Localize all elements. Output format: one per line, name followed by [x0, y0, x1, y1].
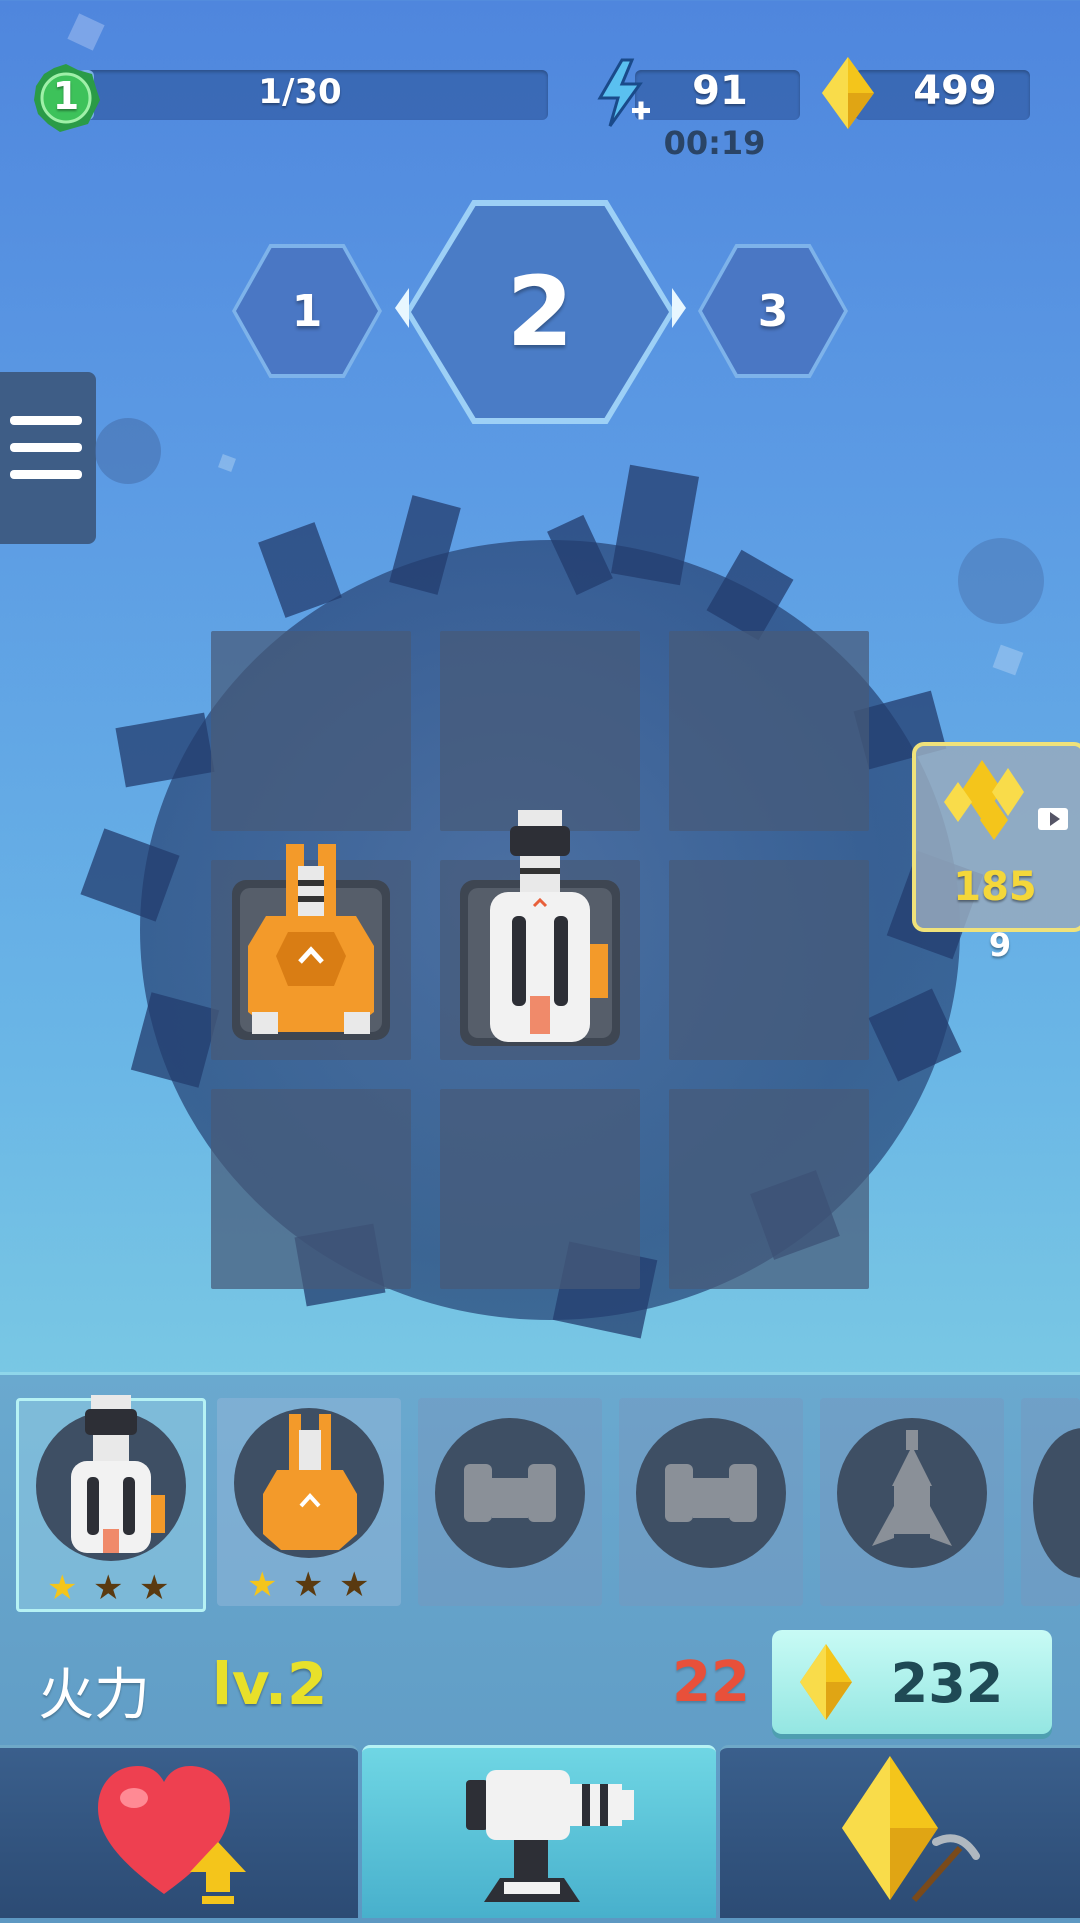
star-filled-icon: ★ — [47, 1568, 78, 1608]
white-turret-icon — [460, 810, 620, 1046]
reward-amount: 185 — [953, 864, 1037, 910]
locked-turret-icon — [665, 1464, 757, 1522]
upgrade-cost: 232 — [890, 1652, 1004, 1715]
white-turret-icon — [71, 1395, 165, 1553]
white-turret[interactable] — [456, 806, 624, 1052]
inventory-slot-4[interactable] — [619, 1398, 803, 1606]
star-empty-icon: ★ — [93, 1568, 124, 1608]
grid-cell-3-2[interactable] — [440, 1089, 640, 1289]
grid-cell-3-1[interactable] — [211, 1089, 411, 1289]
grid-cell-2-3[interactable] — [669, 860, 869, 1060]
upgrade-buy-button[interactable]: 232 — [772, 1630, 1052, 1734]
upgrade-label: 火力 — [38, 1663, 150, 1728]
inventory-slot-1[interactable]: ★ ★ ★ — [16, 1395, 206, 1612]
slot-circle — [1033, 1428, 1080, 1578]
upgrade-level: lv.2 — [212, 1650, 328, 1718]
inventory-slot-5[interactable] — [820, 1398, 1004, 1606]
upgrade-value: 22 — [672, 1650, 750, 1715]
turret-cannon-icon — [466, 1770, 634, 1902]
inventory-slot-3[interactable] — [418, 1398, 602, 1606]
grid-cell-1-2[interactable] — [440, 631, 640, 831]
orange-turret[interactable] — [228, 836, 394, 1046]
grid-cell-1-3[interactable] — [669, 631, 869, 831]
gem-pickaxe-icon — [842, 1756, 980, 1902]
inventory-slot-2[interactable]: ★ ★ ★ — [217, 1398, 401, 1606]
reward-count: 9 — [988, 926, 1012, 964]
star-empty-icon: ★ — [139, 1568, 170, 1608]
grid-cell-1-1[interactable] — [211, 631, 411, 831]
gem-icon — [800, 1644, 852, 1720]
grid-cell-3-3[interactable] — [669, 1089, 869, 1289]
mining-tab[interactable] — [720, 1745, 1080, 1918]
orange-turret-icon — [263, 1414, 357, 1550]
health-upgrade-tab[interactable] — [0, 1745, 358, 1918]
turret-tab[interactable] — [362, 1745, 716, 1918]
orange-turret-icon — [232, 844, 390, 1040]
star-empty-icon: ★ — [339, 1565, 370, 1605]
locked-rocket-icon — [872, 1430, 952, 1546]
locked-turret-icon — [464, 1464, 556, 1522]
inventory-slot-6[interactable] — [1021, 1398, 1080, 1606]
video-reward-button[interactable]: 185 — [912, 742, 1080, 932]
star-empty-icon: ★ — [293, 1565, 324, 1605]
star-filled-icon: ★ — [247, 1565, 278, 1605]
gem-pile-video-icon — [944, 760, 1068, 840]
heart-up-icon — [98, 1766, 246, 1904]
